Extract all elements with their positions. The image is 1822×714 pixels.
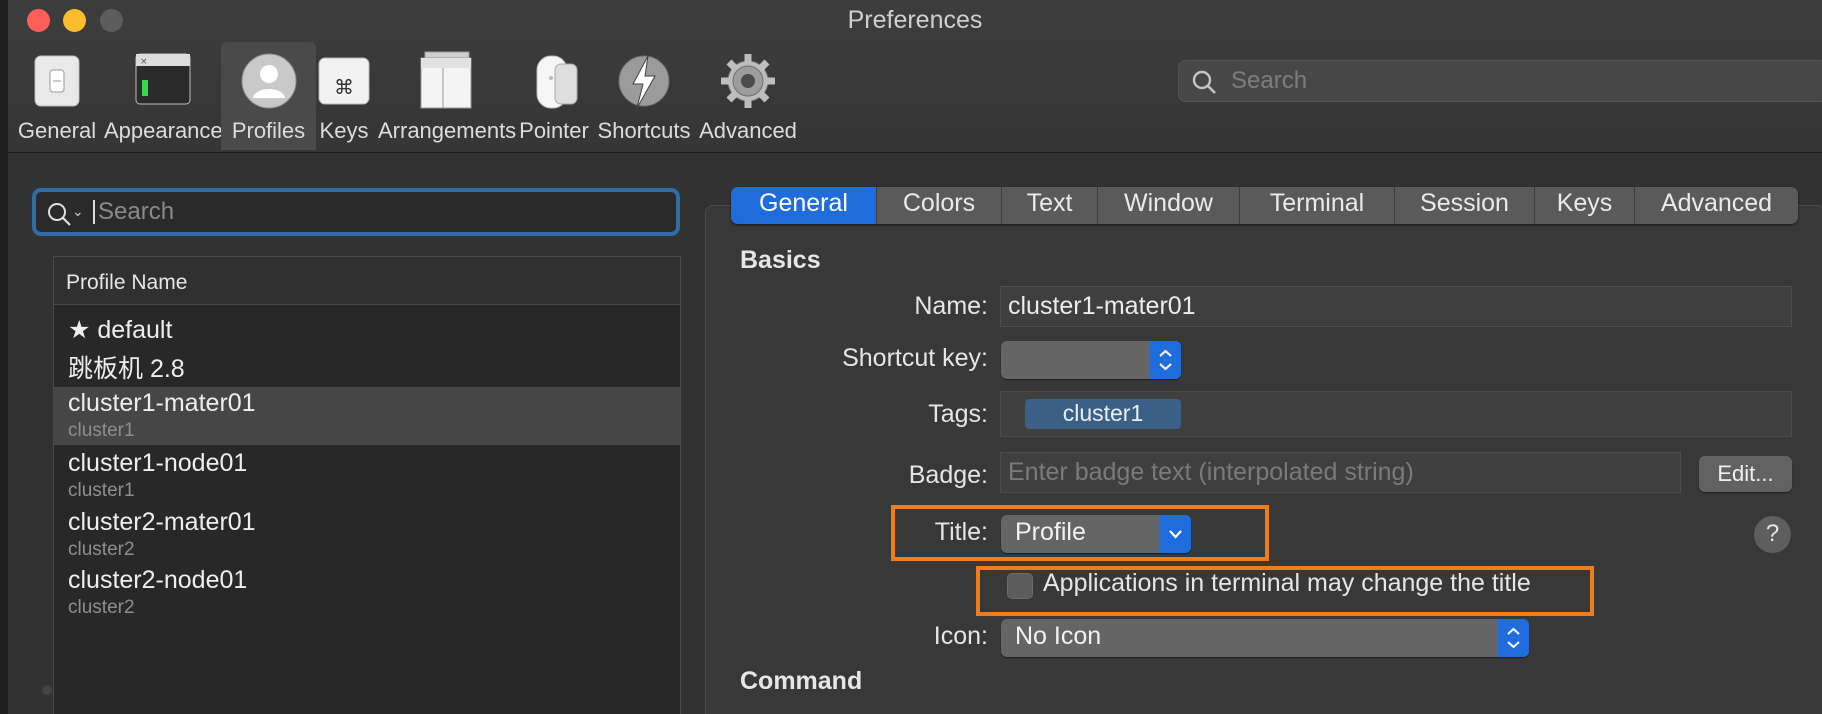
profile-tag: cluster1 [68,480,135,501]
toolbar-shortcuts-label: Shortcuts [597,118,691,143]
name-field[interactable]: cluster1-mater01 [1000,286,1792,327]
name-label: Name: [914,292,988,320]
tab-keys[interactable]: Keys [1534,187,1634,224]
appearance-terminal-icon: × [135,53,191,105]
toolbar: Preferences General × Appearance Profile… [8,0,1822,153]
arrangements-window-icon [420,51,472,109]
icon-label: Icon: [933,622,988,650]
profile-tag: cluster2 [68,597,135,618]
search-icon [48,203,71,226]
tab-text[interactable]: Text [1001,187,1097,224]
profile-row-cluster2-mater01[interactable]: cluster2-mater01 cluster2 [54,506,680,561]
tag-chip-cluster1[interactable]: cluster1 [1025,399,1181,429]
pointer-mouse-icon [536,55,578,109]
help-button[interactable]: ? [1754,516,1791,553]
icon-popup[interactable]: No Icon [1001,619,1529,657]
scrollbar-knob[interactable] [42,685,52,695]
profile-search-placeholder: Search [98,198,175,225]
profile-row-jump-host[interactable]: 跳板机 2.8 [54,349,680,385]
profile-tag: cluster1 [68,420,135,441]
toolbar-keys-label: Keys [319,118,369,143]
general-switch-icon [34,55,80,107]
shortcut-key-popup[interactable] [1001,341,1181,379]
profile-row-cluster1-node01[interactable]: cluster1-node01 cluster1 [54,447,680,502]
tab-terminal[interactable]: Terminal [1239,187,1394,224]
profile-row-default[interactable]: ★ default [54,315,680,345]
badge-field[interactable]: Enter badge text (interpolated string) [1000,452,1681,493]
toolbar-advanced[interactable]: Advanced [694,42,802,150]
toolbar-shortcuts[interactable]: Shortcuts [594,42,694,150]
profile-name: ★ default [68,316,173,344]
icon-value: No Icon [1015,622,1102,650]
toolbar-appearance-label: Appearance [104,118,223,143]
tab-colors[interactable]: Colors [876,187,1001,224]
toolbar-advanced-label: Advanced [699,118,797,143]
tab-window[interactable]: Window [1097,187,1239,224]
tab-advanced[interactable]: Advanced [1634,187,1798,224]
badge-label: Badge: [908,461,988,489]
toolbar-appearance[interactable]: × Appearance [104,42,223,150]
profile-tag: cluster2 [68,539,135,560]
svg-text:×: × [140,57,148,67]
advanced-gear-icon [721,54,775,108]
search-icon [1192,70,1216,94]
toolbar-profiles[interactable]: Profiles [221,42,316,150]
svg-text:⌘: ⌘ [334,75,354,99]
toolbar-general[interactable]: General [10,42,104,150]
settings-tabs: General Colors Text Window Terminal Sess… [731,187,1798,224]
badge-edit-button[interactable]: Edit... [1699,456,1792,492]
tab-session[interactable]: Session [1394,187,1534,224]
updown-chevron-icon [1150,341,1181,379]
updown-chevron-icon [1498,619,1529,657]
shortcuts-lightning-icon [618,55,670,109]
profile-name: cluster2-mater01 [68,508,256,536]
profile-name: 跳板机 2.8 [68,355,185,383]
profile-name-column-header[interactable]: Profile Name [54,257,680,305]
profile-row-cluster2-node01[interactable]: cluster2-node01 cluster2 [54,564,680,619]
toolbar-arrangements[interactable]: Arrangements [378,42,517,150]
keys-command-icon: ⌘ [318,57,370,105]
profile-row-cluster1-mater01[interactable]: cluster1-mater01 cluster1 [54,387,680,445]
profiles-person-icon [241,53,296,109]
preferences-window: Preferences General × Appearance Profile… [8,0,1822,714]
apps-change-title-highlight-box [976,566,1594,616]
profile-list: Profile Name ★ default 跳板机 2.8 cluster1-… [53,256,681,714]
profile-name: cluster1-node01 [68,449,248,477]
search-options-chevron-icon[interactable]: ⌄ [72,203,84,220]
toolbar-search-field[interactable]: Search [1178,60,1822,102]
profile-name: cluster2-node01 [68,566,248,594]
profile-search-field[interactable]: ⌄ Search [32,188,680,236]
tags-label: Tags: [928,400,988,428]
toolbar-pointer-label: Pointer [519,118,589,143]
toolbar-pointer[interactable]: Pointer [514,42,594,150]
basics-heading: Basics [740,246,821,274]
title-highlight-box [891,505,1269,561]
profile-name: cluster1-mater01 [68,389,256,417]
toolbar-profiles-label: Profiles [231,118,306,143]
toolbar-general-label: General [17,118,97,143]
shortcut-key-label: Shortcut key: [842,344,988,372]
command-heading: Command [740,667,863,695]
toolbar-keys[interactable]: ⌘ Keys [308,42,380,150]
tab-general[interactable]: General [731,187,876,224]
toolbar-arrangements-label: Arrangements [378,118,517,143]
text-cursor [93,200,95,224]
toolbar-search-placeholder: Search [1231,67,1308,94]
window-title: Preferences [847,6,983,34]
